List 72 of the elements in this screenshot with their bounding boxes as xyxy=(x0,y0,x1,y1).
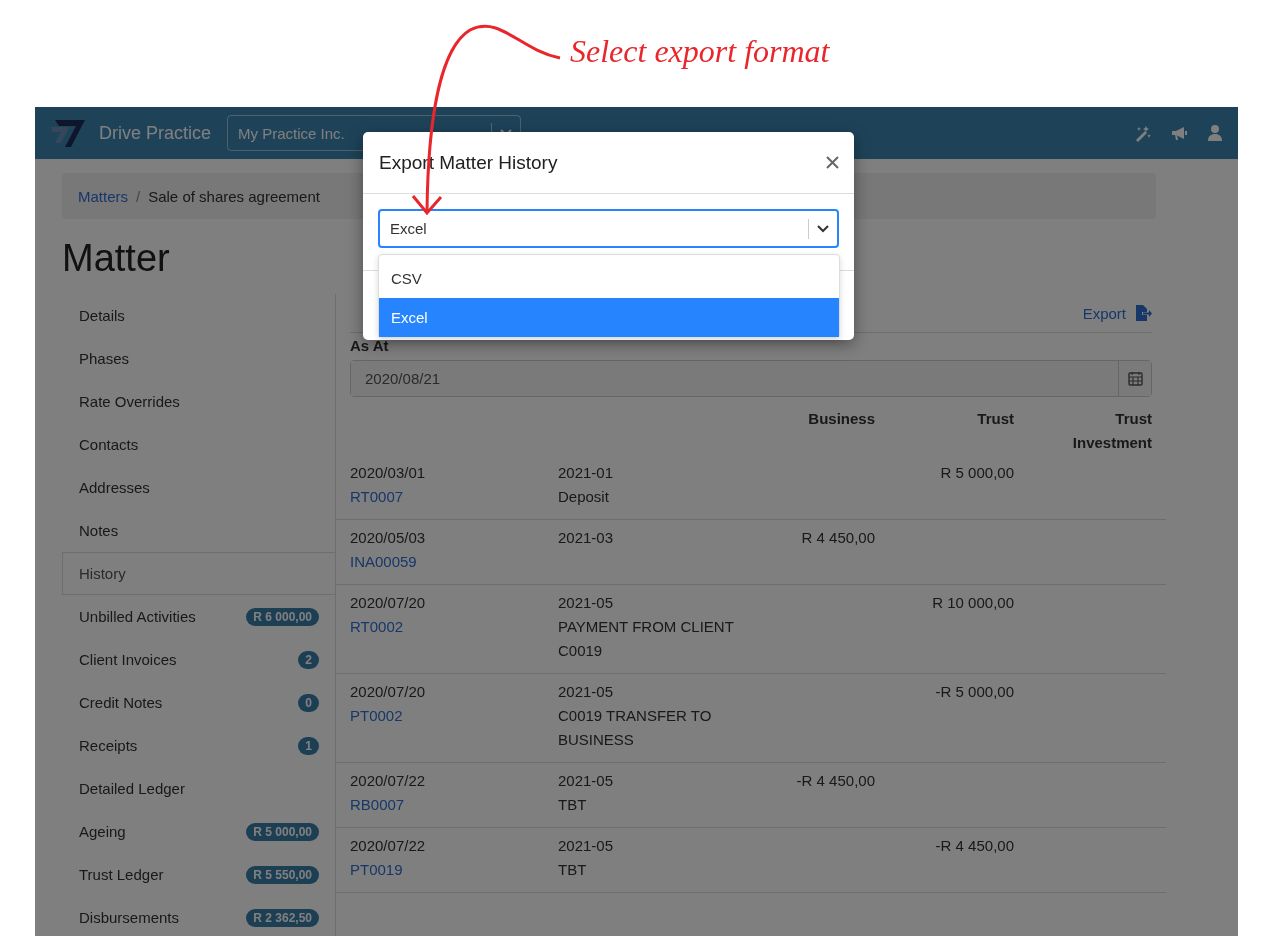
close-icon[interactable] xyxy=(826,156,839,169)
sidebar-item[interactable]: History xyxy=(62,552,335,595)
reference-link[interactable]: PT0019 xyxy=(350,858,558,882)
sidebar-item[interactable]: Detailed Ledger xyxy=(62,767,335,810)
period-cell-text: 2021-03 xyxy=(558,528,615,548)
annotation-text: Select export format xyxy=(570,33,830,70)
description-cell-text: TBT xyxy=(558,795,588,815)
description-cell-text: TBT xyxy=(558,860,588,880)
sidebar-item[interactable]: Unbilled Activities R 6 000,00 xyxy=(62,595,335,638)
count-badge: R 6 000,00 xyxy=(246,607,319,626)
sidebar-item[interactable]: Credit Notes 0 xyxy=(62,681,335,724)
reference-link[interactable]: RT0002 xyxy=(350,615,558,639)
dropdown-option[interactable]: CSV xyxy=(379,259,839,298)
count-badge: R 5 000,00 xyxy=(246,822,319,841)
sidebar-item[interactable]: Addresses xyxy=(62,466,335,509)
date-field[interactable]: 2020/08/21 xyxy=(350,360,1152,397)
megaphone-icon[interactable] xyxy=(1170,124,1188,142)
period-cell-text: 2021-05 xyxy=(558,836,615,856)
sidebar-item[interactable]: Details xyxy=(62,294,335,337)
as-at-label: As At xyxy=(349,336,390,356)
amount-cell: -R 4 450,00 xyxy=(935,837,1014,854)
calendar-icon[interactable] xyxy=(1127,371,1143,386)
sidebar-item[interactable]: Rate Overrides xyxy=(62,380,335,423)
export-link[interactable]: Export xyxy=(1082,304,1126,322)
description-cell-text: PAYMENT FROM CLIENT C0019 xyxy=(558,617,735,661)
date-cell-text: 2020/07/22 xyxy=(350,771,427,791)
column-header: Trust xyxy=(977,409,1014,429)
sidebar-item[interactable]: Phases xyxy=(62,337,335,380)
period-cell-text: 2021-05 xyxy=(558,771,615,791)
format-select[interactable]: Excel xyxy=(378,209,839,248)
breadcrumb-current: Sale of shares agreement xyxy=(148,187,320,205)
amount-cell: -R 5 000,00 xyxy=(935,683,1014,700)
count-badge: R 5 550,00 xyxy=(246,865,319,884)
period-cell-text: 2021-05 xyxy=(558,593,615,613)
brand-name: Drive Practice xyxy=(99,122,212,144)
amount-cell: R 10 000,00 xyxy=(932,594,1014,611)
breadcrumb-link[interactable]: Matters xyxy=(78,187,128,205)
count-badge: 2 xyxy=(298,650,319,669)
count-badge: R 2 362,50 xyxy=(246,908,319,927)
date-cell-text: 2020/05/03 xyxy=(350,528,427,548)
sidebar-item[interactable]: Client Invoices 2 xyxy=(62,638,335,681)
column-header: Business xyxy=(808,409,875,429)
description-cell-text: Deposit xyxy=(558,487,610,507)
breadcrumb-separator: / xyxy=(136,187,141,205)
sidebar-item[interactable]: Disbursements R 2 362,50 xyxy=(62,896,335,936)
sidebar-item[interactable]: Receipts 1 xyxy=(62,724,335,767)
amount-cell: R 4 450,00 xyxy=(801,529,875,546)
description-cell-text: C0019 TRANSFER TO BUSINESS xyxy=(558,706,713,750)
date-cell-text: 2020/07/20 xyxy=(350,682,427,702)
dropdown-option[interactable]: Excel xyxy=(379,298,839,337)
magic-wand-icon[interactable] xyxy=(1134,124,1152,142)
page-title: Matter xyxy=(62,237,170,280)
period-cell-text: 2021-05 xyxy=(558,682,615,702)
sidebar-item[interactable]: Contacts xyxy=(62,423,335,466)
date-cell-text: 2020/03/01 xyxy=(350,463,427,483)
count-badge: 0 xyxy=(298,693,319,712)
sidebar-item[interactable]: Notes xyxy=(62,509,335,552)
reference-link[interactable]: INA00059 xyxy=(350,550,558,574)
count-badge: 1 xyxy=(298,736,319,755)
sidebar-item[interactable]: Trust Ledger R 5 550,00 xyxy=(62,853,335,896)
reference-link[interactable]: PT0002 xyxy=(350,704,558,728)
column-header: Trust Investment xyxy=(1071,409,1152,453)
sidebar-item[interactable]: Ageing R 5 000,00 xyxy=(62,810,335,853)
file-export-icon[interactable] xyxy=(1134,304,1152,322)
date-cell-text: 2020/07/22 xyxy=(350,836,427,856)
amount-cell: R 5 000,00 xyxy=(940,464,1014,481)
date-cell-text: 2020/07/20 xyxy=(350,593,427,613)
period-cell-text: 2021-01 xyxy=(558,463,615,483)
amount-cell: -R 4 450,00 xyxy=(796,772,875,789)
reference-link[interactable]: RB0007 xyxy=(350,793,558,817)
user-icon[interactable] xyxy=(1206,124,1224,142)
reference-link[interactable]: RT0007 xyxy=(350,485,558,509)
